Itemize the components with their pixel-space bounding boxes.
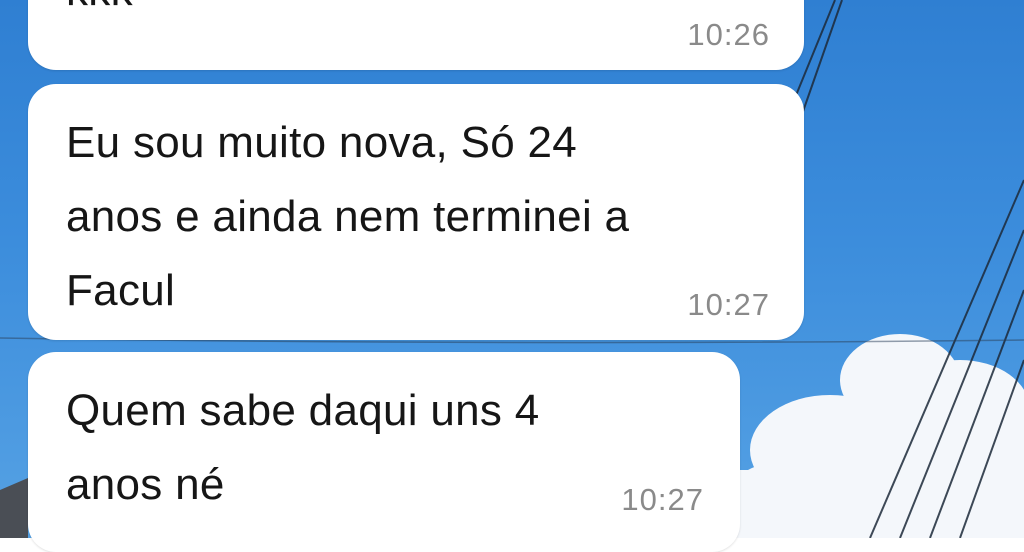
message-text: Eu sou muito nova, Só 24 anos e ainda ne… (66, 118, 630, 315)
message-timestamp: 10:27 (621, 482, 704, 517)
roof-edge (0, 478, 28, 538)
message-text: kkk (66, 0, 133, 28)
message-timestamp: 10:26 (687, 17, 770, 52)
message-text: Quem sabe daqui uns 4 anos né (66, 386, 540, 509)
message-bubble[interactable]: Quem sabe daqui uns 4 anos né 10:27 (28, 352, 740, 552)
message-bubble[interactable]: Eu sou muito nova, Só 24 anos e ainda ne… (28, 84, 804, 340)
message-bubble[interactable]: kkk 10:26 (28, 0, 804, 70)
cloud-shape (720, 334, 1024, 538)
message-timestamp: 10:27 (687, 287, 770, 322)
